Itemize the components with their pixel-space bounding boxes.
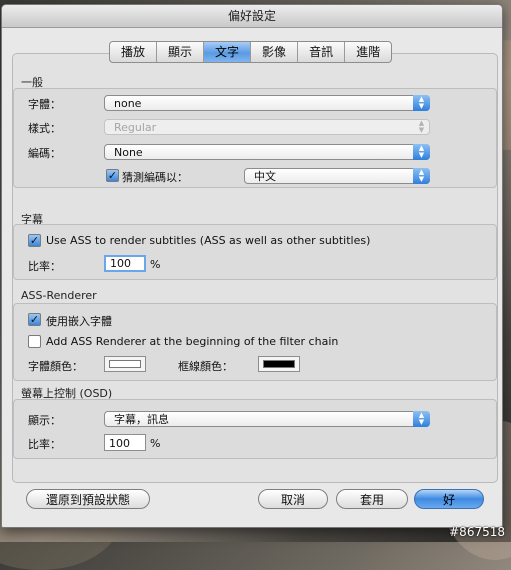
- subtitle-scale-label: 比率：: [28, 260, 61, 273]
- subtitle-scale-input[interactable]: 100: [104, 255, 146, 272]
- window-title: 偏好設定: [2, 5, 502, 28]
- preferences-window: 偏好設定 播放 顯示 文字 影像 音訊 進階 一般 字體： none ▲ ▼ 樣式…: [1, 4, 503, 528]
- osd-scale-label: 比率：: [28, 438, 61, 451]
- window-content: 播放 顯示 文字 影像 音訊 進階 一般 字體： none ▲ ▼ 樣式： Reg…: [10, 33, 498, 527]
- guess-encoding-checkbox[interactable]: ✓: [106, 169, 119, 182]
- guess-encoding-value: 中文: [254, 170, 276, 183]
- osd-display-value: 字幕，訊息: [114, 413, 169, 426]
- apply-button[interactable]: 套用: [336, 489, 408, 509]
- add-renderer-checkbox[interactable]: [28, 335, 41, 348]
- embedded-font-checkbox[interactable]: ✓: [28, 313, 41, 326]
- tab-audio[interactable]: 音訊: [298, 42, 346, 62]
- tab-video[interactable]: 影像: [251, 42, 299, 62]
- cancel-button[interactable]: 取消: [258, 489, 328, 509]
- osd-display-label: 顯示：: [28, 414, 61, 427]
- osd-scale-input[interactable]: 100: [104, 434, 146, 451]
- group-general: 字體： none ▲ ▼ 樣式： Regular ▲ ▼ 編碼： None ▲ ▼ ✓…: [13, 88, 497, 188]
- add-renderer-label: Add ASS Renderer at the beginning of the…: [46, 335, 339, 348]
- guess-encoding-label: 猜測編碼以：: [122, 171, 188, 184]
- font-popup-value: none: [114, 97, 142, 110]
- guess-encoding-popup[interactable]: 中文 ▲ ▼: [244, 168, 430, 184]
- style-label: 樣式：: [28, 122, 61, 135]
- group-ass-renderer: ✓ 使用嵌入字體 Add ASS Renderer at the beginni…: [13, 303, 497, 381]
- tab-bar: 播放 顯示 文字 影像 音訊 進階: [109, 41, 393, 63]
- up-down-arrows-icon: ▲ ▼: [413, 168, 430, 184]
- up-down-arrows-icon: ▲ ▼: [413, 95, 430, 111]
- osd-scale-unit: %: [150, 437, 161, 450]
- use-ass-label: Use ASS to render subtitles (ASS as well…: [46, 234, 371, 247]
- section-title-ass-renderer: ASS-Renderer: [21, 289, 97, 302]
- font-color-well[interactable]: [104, 356, 146, 372]
- group-subtitles: ✓ Use ASS to render subtitles (ASS as we…: [13, 224, 497, 280]
- border-color-well[interactable]: [258, 356, 300, 372]
- watermark-text: #867518: [449, 525, 505, 539]
- use-ass-checkbox[interactable]: ✓: [28, 234, 41, 247]
- up-down-arrows-icon: ▲ ▼: [413, 144, 430, 160]
- border-color-label: 框線顏色：: [178, 360, 233, 373]
- tab-display[interactable]: 顯示: [157, 42, 205, 62]
- ok-button[interactable]: 好: [414, 489, 484, 509]
- tab-advanced[interactable]: 進階: [345, 42, 391, 62]
- font-color-fill: [109, 360, 141, 368]
- font-color-label: 字體顏色：: [28, 360, 83, 373]
- encoding-label: 編碼：: [28, 147, 61, 160]
- style-popup-value: Regular: [114, 121, 157, 134]
- tab-playback[interactable]: 播放: [110, 42, 158, 62]
- checkmark-icon: ✓: [29, 234, 40, 247]
- checkmark-icon: ✓: [107, 169, 118, 182]
- checkmark-icon: ✓: [29, 313, 40, 326]
- restore-defaults-button[interactable]: 還原到預設狀態: [26, 489, 150, 509]
- up-down-arrows-icon: ▲ ▼: [413, 411, 430, 427]
- osd-display-popup[interactable]: 字幕，訊息 ▲ ▼: [104, 411, 430, 427]
- subtitle-scale-unit: %: [150, 258, 161, 271]
- encoding-popup-value: None: [114, 146, 143, 159]
- font-popup[interactable]: none ▲ ▼: [104, 95, 430, 111]
- up-down-arrows-icon: ▲ ▼: [418, 119, 425, 134]
- tab-text[interactable]: 文字: [204, 42, 252, 62]
- border-color-fill: [263, 360, 295, 368]
- font-label: 字體：: [28, 98, 61, 111]
- tab-panel: 一般 字體： none ▲ ▼ 樣式： Regular ▲ ▼ 編碼： None ▲…: [12, 53, 498, 483]
- encoding-popup[interactable]: None ▲ ▼: [104, 144, 430, 160]
- style-popup: Regular ▲ ▼: [104, 119, 430, 135]
- embedded-font-label: 使用嵌入字體: [46, 315, 112, 328]
- group-osd: 顯示： 字幕，訊息 ▲ ▼ 比率： 100 %: [13, 399, 497, 459]
